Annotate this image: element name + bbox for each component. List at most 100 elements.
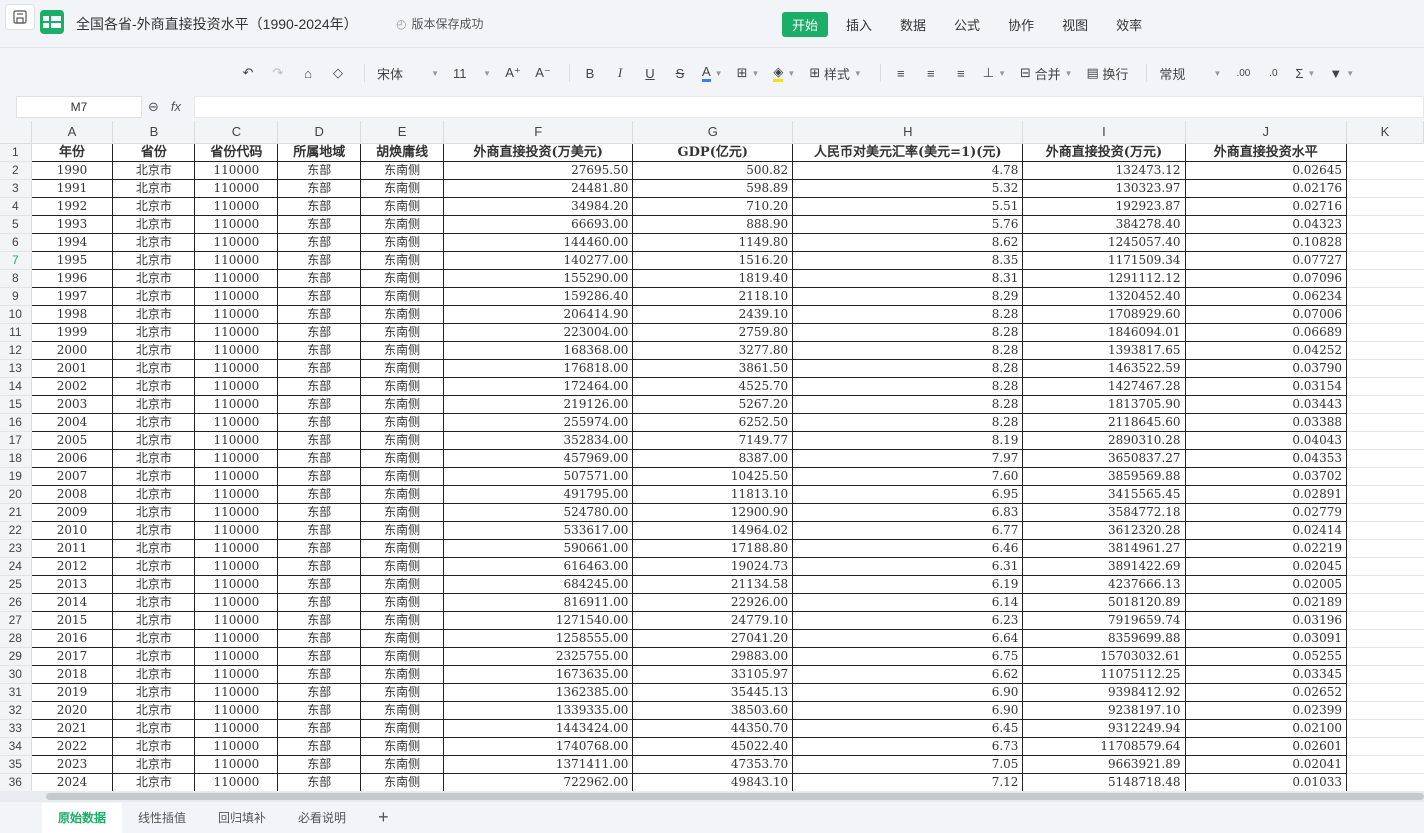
font-family-select[interactable]: 宋体 ▼ (373, 60, 443, 86)
eraser-icon[interactable]: ◇ (326, 60, 350, 86)
column-header[interactable]: F (443, 121, 634, 144)
column-title[interactable]: 年份 (30, 142, 114, 162)
cell-gdp[interactable]: 7149.77 (632, 430, 794, 450)
empty-cell[interactable] (1346, 683, 1424, 702)
cell-exchange-rate[interactable]: 5.51 (792, 196, 1024, 216)
cell-hu-line[interactable]: 东南侧 (360, 394, 445, 414)
row-header[interactable]: 6 (0, 233, 32, 252)
cell-fdi-cny[interactable]: 1463522.59 (1022, 358, 1186, 378)
add-sheet-button[interactable]: + (362, 803, 405, 833)
sheet-tab-raw-data[interactable]: 原始数据 (42, 803, 123, 833)
cell-gdp[interactable]: 4525.70 (632, 376, 794, 396)
strikethrough-icon[interactable]: S (668, 60, 692, 86)
cell-fdi-level[interactable]: 0.05255 (1184, 646, 1347, 666)
cell-fdi-usd[interactable]: 507571.00 (443, 466, 634, 486)
cell-region[interactable]: 东部 (277, 178, 362, 198)
row-header[interactable]: 14 (0, 377, 32, 396)
cell-fdi-usd[interactable]: 255974.00 (443, 412, 634, 432)
cell-gdp[interactable]: 19024.73 (632, 556, 794, 576)
cell-fdi-usd[interactable]: 1339335.00 (443, 700, 634, 720)
cell-hu-line[interactable]: 东南侧 (360, 574, 445, 594)
cell-hu-line[interactable]: 东南侧 (360, 466, 445, 486)
cell-province-code[interactable]: 110000 (194, 718, 279, 738)
cell-fdi-cny[interactable]: 132473.12 (1022, 160, 1186, 180)
empty-cell[interactable] (1346, 449, 1424, 468)
cell-fdi-level[interactable]: 0.02176 (1184, 178, 1347, 198)
cell-fdi-usd[interactable]: 172464.00 (443, 376, 634, 396)
cell-year[interactable]: 2003 (30, 394, 114, 414)
cell-hu-line[interactable]: 东南侧 (360, 178, 445, 198)
cell-province[interactable]: 北京市 (112, 664, 196, 684)
cell-exchange-rate[interactable]: 5.76 (792, 214, 1024, 234)
row-header[interactable]: 1 (0, 143, 32, 162)
cell-fdi-cny[interactable]: 11075112.25 (1022, 664, 1186, 684)
empty-cell[interactable] (1346, 665, 1424, 684)
italic-icon[interactable]: I (608, 60, 632, 86)
cell-region[interactable]: 东部 (277, 376, 362, 396)
row-header[interactable]: 9 (0, 287, 32, 306)
cell-year[interactable]: 2008 (30, 484, 114, 504)
cell-fdi-cny[interactable]: 4237666.13 (1022, 574, 1186, 594)
cell-fdi-cny[interactable]: 1245057.40 (1022, 232, 1186, 252)
cell-gdp[interactable]: 47353.70 (632, 754, 794, 774)
cell-region[interactable]: 东部 (277, 196, 362, 216)
bold-icon[interactable]: B (578, 60, 602, 86)
cell-fdi-cny[interactable]: 2118645.60 (1022, 412, 1186, 432)
cell-exchange-rate[interactable]: 8.28 (792, 304, 1024, 324)
cell-region[interactable]: 东部 (277, 664, 362, 684)
cell-hu-line[interactable]: 东南侧 (360, 358, 445, 378)
empty-cell[interactable] (1346, 467, 1424, 486)
cell-province-code[interactable]: 110000 (194, 502, 279, 522)
cell-year[interactable]: 1994 (30, 232, 114, 252)
cell-gdp[interactable]: 500.82 (632, 160, 794, 180)
cell-province-code[interactable]: 110000 (194, 178, 279, 198)
column-header[interactable]: D (277, 121, 362, 144)
cell-gdp[interactable]: 44350.70 (632, 718, 794, 738)
cell-region[interactable]: 东部 (277, 772, 362, 791)
cell-gdp[interactable]: 12900.90 (632, 502, 794, 522)
cell-province-code[interactable]: 110000 (194, 592, 279, 612)
cell-province[interactable]: 北京市 (112, 718, 196, 738)
cell-fdi-level[interactable]: 0.02645 (1184, 160, 1347, 180)
cell-fdi-level[interactable]: 0.03443 (1184, 394, 1347, 414)
cell-fdi-cny[interactable]: 3650837.27 (1022, 448, 1186, 468)
row-header[interactable]: 22 (0, 521, 32, 540)
column-header[interactable]: E (360, 121, 445, 144)
cell-exchange-rate[interactable]: 6.75 (792, 646, 1024, 666)
cell-fdi-usd[interactable]: 457969.00 (443, 448, 634, 468)
cell-province-code[interactable]: 110000 (194, 214, 279, 234)
cell-fdi-cny[interactable]: 3612320.28 (1022, 520, 1186, 540)
cell-fdi-cny[interactable]: 3859569.88 (1022, 466, 1186, 486)
cell-fdi-cny[interactable]: 5148718.48 (1022, 772, 1186, 791)
row-header[interactable]: 2 (0, 161, 32, 180)
cell-fdi-level[interactable]: 0.02652 (1184, 682, 1347, 702)
row-header[interactable]: 17 (0, 431, 32, 450)
cell-exchange-rate[interactable]: 8.28 (792, 394, 1024, 414)
empty-cell[interactable] (1346, 413, 1424, 432)
cell-fdi-usd[interactable]: 168368.00 (443, 340, 634, 360)
cell-province[interactable]: 北京市 (112, 412, 196, 432)
row-header[interactable]: 27 (0, 611, 32, 630)
cell-gdp[interactable]: 38503.60 (632, 700, 794, 720)
cell-exchange-rate[interactable]: 8.29 (792, 286, 1024, 306)
cell-fdi-level[interactable]: 0.07727 (1184, 250, 1347, 270)
cell-fdi-usd[interactable]: 1271540.00 (443, 610, 634, 630)
cell-province-code[interactable]: 110000 (194, 232, 279, 252)
empty-cell[interactable] (1346, 575, 1424, 594)
cell-fdi-cny[interactable]: 1846094.01 (1022, 322, 1186, 342)
cell-fdi-cny[interactable]: 192923.87 (1022, 196, 1186, 216)
cell-province[interactable]: 北京市 (112, 736, 196, 756)
row-header[interactable]: 13 (0, 359, 32, 378)
cell-province[interactable]: 北京市 (112, 304, 196, 324)
cell-region[interactable]: 东部 (277, 484, 362, 504)
empty-cell[interactable] (1346, 197, 1424, 216)
column-header[interactable]: H (792, 121, 1024, 144)
font-size-select[interactable]: 11 ▼ (449, 60, 495, 86)
cell-fdi-usd[interactable]: 722962.00 (443, 772, 634, 791)
column-header[interactable]: C (194, 121, 279, 144)
cell-province[interactable]: 北京市 (112, 178, 196, 198)
cell-province[interactable]: 北京市 (112, 268, 196, 288)
cell-hu-line[interactable]: 东南侧 (360, 250, 445, 270)
cell-year[interactable]: 2016 (30, 628, 114, 648)
cell-province-code[interactable]: 110000 (194, 430, 279, 450)
